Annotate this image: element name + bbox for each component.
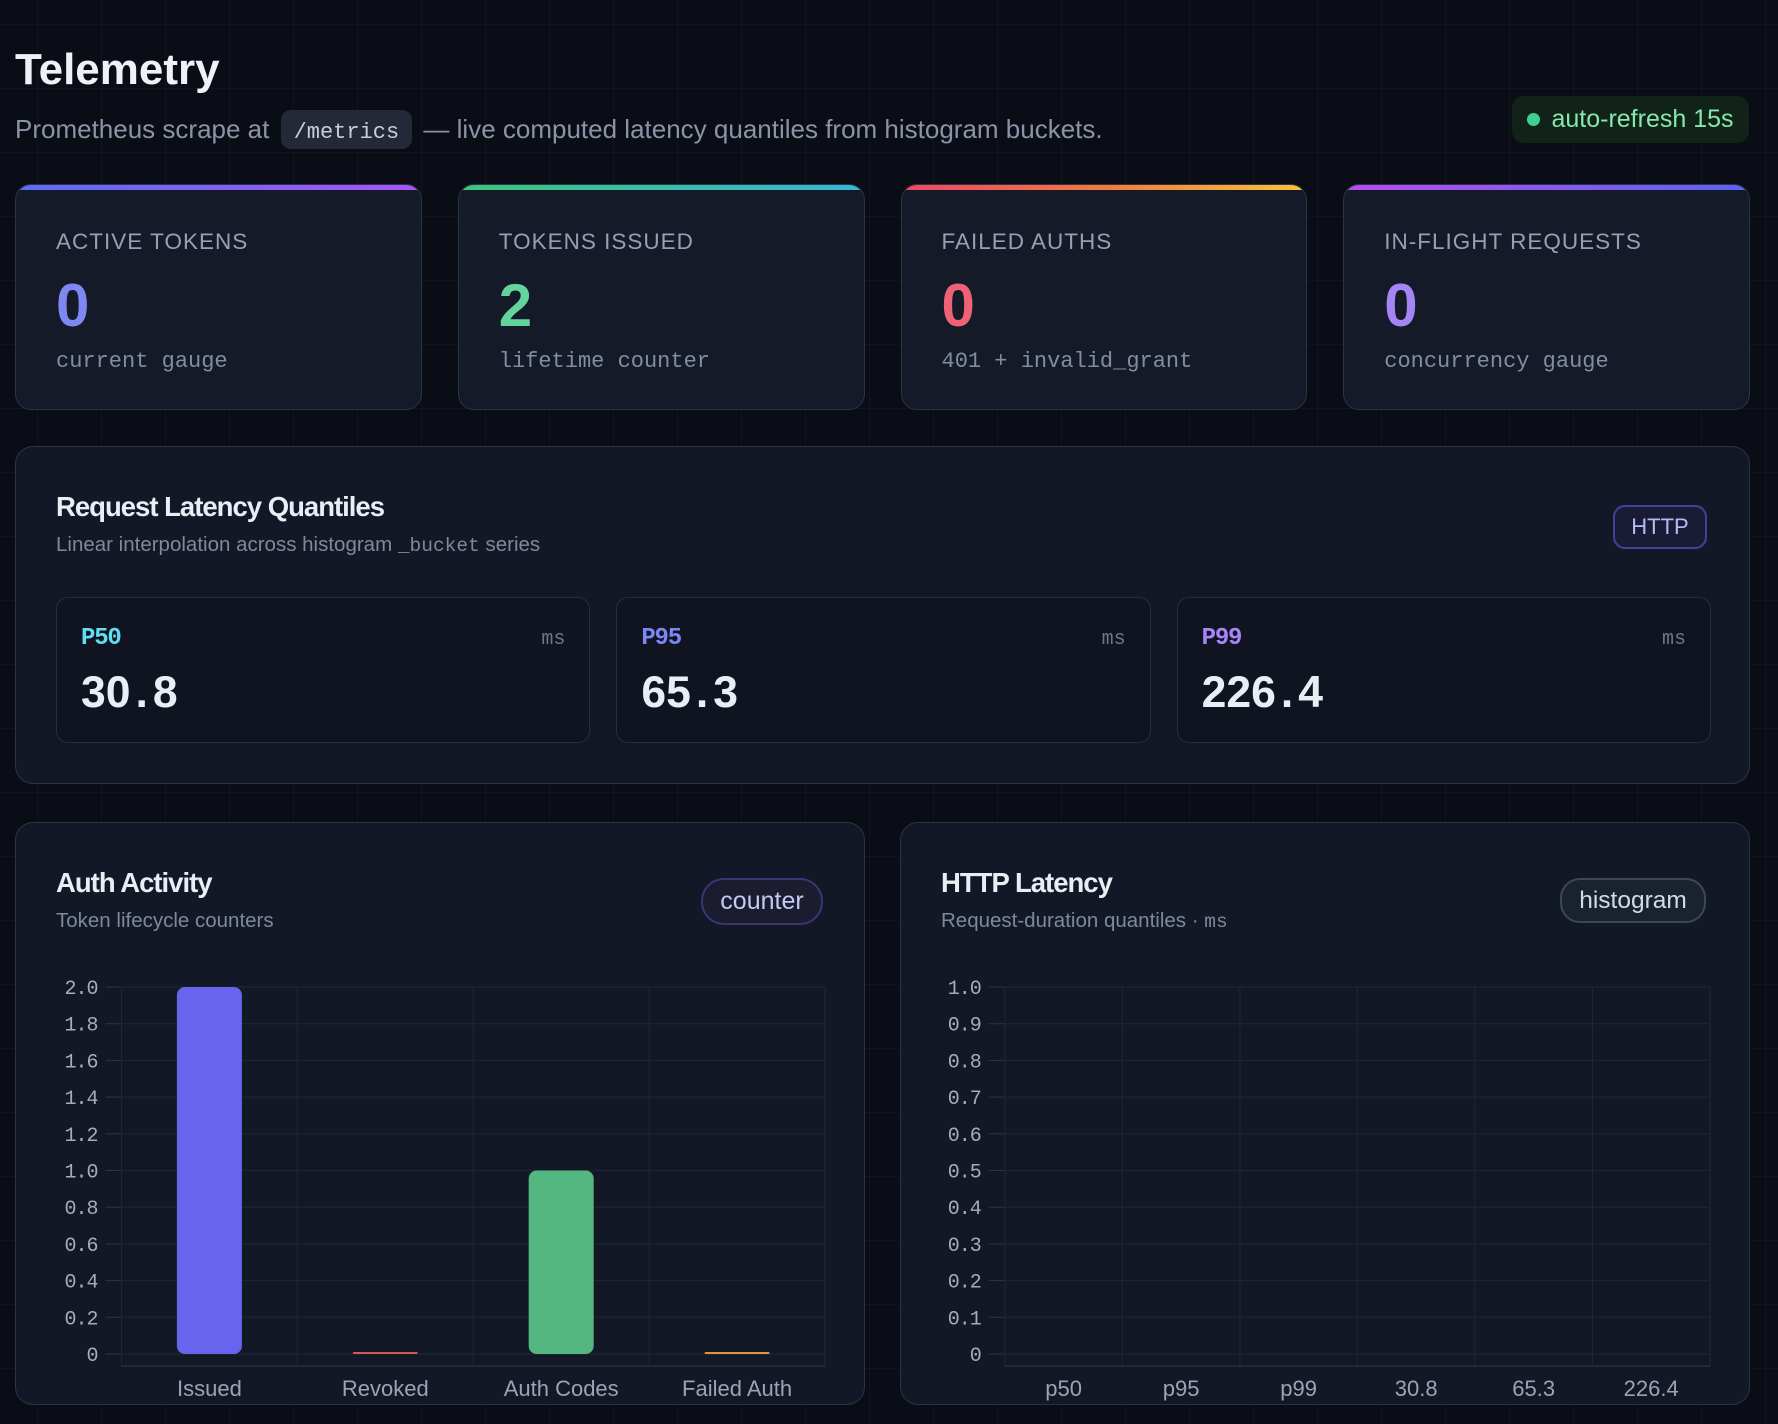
svg-text:226.4: 226.4	[1624, 1376, 1679, 1401]
svg-text:0.5: 0.5	[948, 1162, 981, 1185]
svg-text:30.8: 30.8	[1395, 1376, 1438, 1401]
svg-text:1.0: 1.0	[64, 1162, 97, 1185]
svg-text:Failed Auth: Failed Auth	[682, 1376, 792, 1401]
svg-text:1.0: 1.0	[948, 978, 981, 1001]
svg-text:p99: p99	[1280, 1376, 1317, 1401]
svg-text:0.6: 0.6	[64, 1235, 97, 1258]
svg-text:1.8: 1.8	[64, 1015, 97, 1038]
svg-text:0.9: 0.9	[948, 1015, 981, 1038]
svg-text:0: 0	[970, 1345, 981, 1368]
svg-text:1.6: 1.6	[64, 1051, 97, 1074]
svg-text:0.2: 0.2	[64, 1308, 97, 1331]
svg-text:Revoked: Revoked	[342, 1376, 429, 1401]
svg-text:0.7: 0.7	[948, 1088, 981, 1111]
svg-text:0.3: 0.3	[948, 1235, 981, 1258]
svg-text:0: 0	[86, 1345, 97, 1368]
svg-text:p95: p95	[1163, 1376, 1200, 1401]
svg-text:Auth Codes: Auth Codes	[504, 1376, 619, 1401]
svg-text:65.3: 65.3	[1512, 1376, 1555, 1401]
svg-text:0.6: 0.6	[948, 1125, 981, 1148]
svg-text:1.4: 1.4	[64, 1088, 97, 1111]
svg-text:2.0: 2.0	[64, 978, 97, 1001]
svg-text:0.8: 0.8	[948, 1051, 981, 1074]
svg-text:0.8: 0.8	[64, 1198, 97, 1221]
svg-text:p50: p50	[1045, 1376, 1082, 1401]
svg-text:0.4: 0.4	[948, 1198, 981, 1221]
svg-text:0.1: 0.1	[948, 1308, 982, 1331]
svg-text:0.4: 0.4	[64, 1272, 97, 1295]
svg-text:1.2: 1.2	[64, 1125, 97, 1148]
svg-text:0.2: 0.2	[948, 1272, 981, 1295]
svg-text:Issued: Issued	[177, 1376, 242, 1401]
